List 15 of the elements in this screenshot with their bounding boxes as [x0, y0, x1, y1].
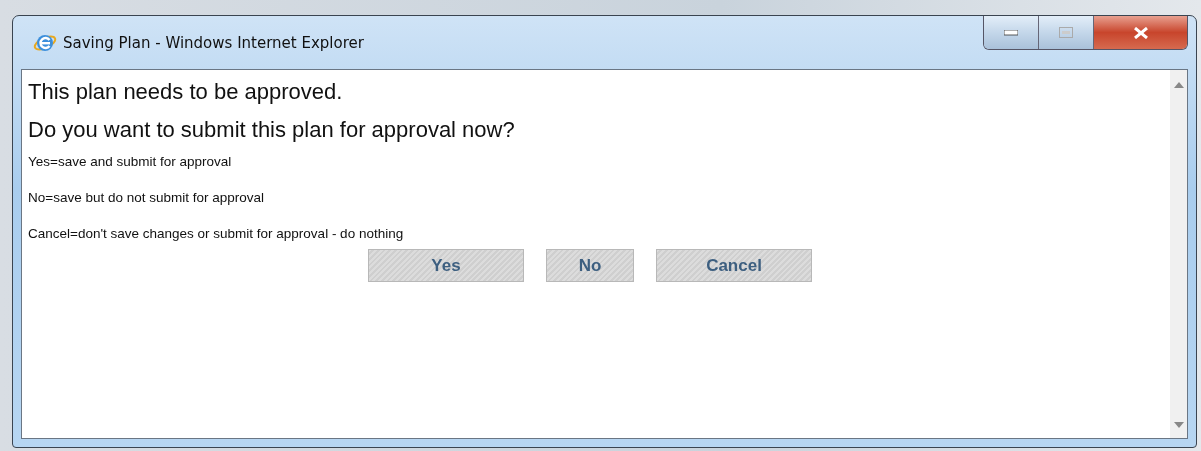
option-description: Cancel=don't save changes or submit for approval - do nothing [28, 226, 405, 242]
close-button[interactable] [1094, 16, 1187, 49]
scrollbar[interactable] [1170, 70, 1187, 438]
option-description: No=save but do not submit for approval [28, 190, 265, 206]
window-title: Saving Plan - Windows Internet Explorer [63, 33, 364, 52]
dialog-heading: This plan needs to be approved. [28, 78, 344, 105]
dialog-heading: Do you want to submit this plan for approval now? [28, 116, 516, 143]
maximize-button[interactable] [1039, 16, 1094, 49]
maximize-icon [1059, 27, 1073, 38]
close-icon [1132, 26, 1149, 39]
minimize-button[interactable] [984, 16, 1039, 49]
scroll-down-icon[interactable] [1173, 422, 1184, 428]
minimize-icon [1004, 29, 1018, 36]
option-description: Yes=save and submit for approval [28, 154, 233, 170]
scroll-up-icon[interactable] [1173, 82, 1184, 88]
